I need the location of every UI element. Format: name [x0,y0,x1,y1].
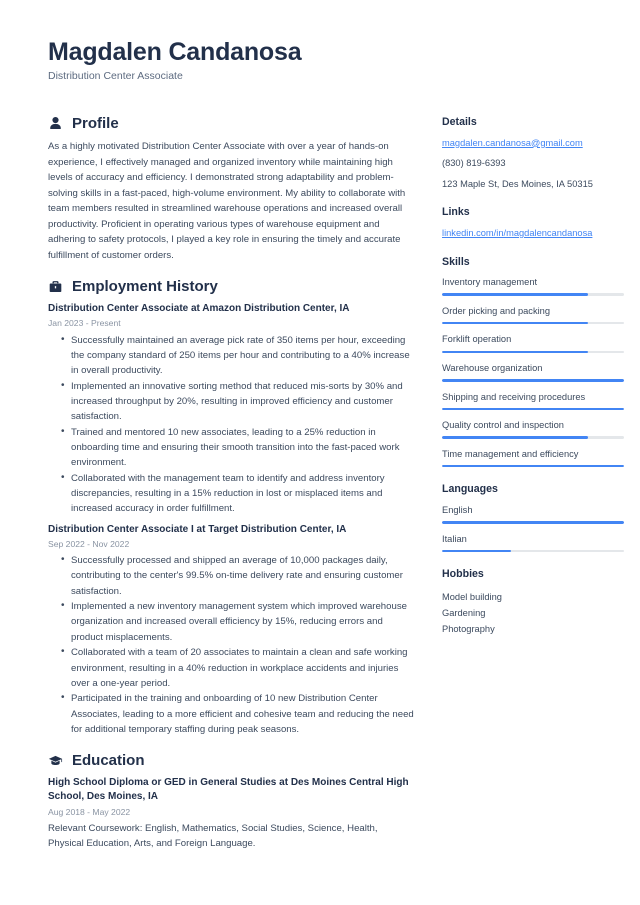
skill-item: Warehouse organization [442,362,624,382]
language-label: Italian [442,533,467,544]
candidate-job-title: Distribution Center Associate [48,69,183,82]
list-item: Successfully maintained an average pick … [61,332,414,379]
skill-bar-fill [442,293,588,296]
skill-bar-fill [442,321,588,325]
skill-item: Forklift operation [442,333,624,354]
skill-bar-fill [442,407,624,411]
skill-label: Time management and efficiency [442,448,579,459]
list-item: Trained and mentored 10 new associates, … [61,424,414,471]
section-profile-title: Profile [72,115,119,132]
resume-page: Magdalen Candanosa Distribution Center A… [0,0,640,905]
section-profile: Profile As a highly motivated Distributi… [48,116,414,263]
language-bar-track [442,549,624,553]
language-bar-fill [442,521,624,524]
list-item: Participated in the training and onboard… [61,690,414,737]
skill-bar-fill [442,350,588,354]
employment-entry-title: Distribution Center Associate I at Targe… [48,523,347,535]
candidate-name: Magdalen Candanosa [48,38,302,66]
employment-entry-date: Sep 2022 - Nov 2022 [48,538,130,549]
resume-sheet: Magdalen Candanosa Distribution Center A… [8,8,632,897]
section-education-header: Education [48,753,414,768]
linkedin-link[interactable]: linkedin.com/in/magdalencandanosa [442,227,624,240]
section-languages: Languages English Italian [442,483,624,553]
resume-header: Magdalen Candanosa Distribution Center A… [48,38,468,82]
sidebar-column: Details magdalen.candanosa@gmail.com (83… [442,116,624,654]
education-entry-title: High School Diploma or GED in General St… [48,777,409,803]
skill-label: Forklift operation [442,334,512,345]
skill-bar-track [442,407,624,411]
skill-bar-track [442,321,624,325]
section-hobbies-title: Hobbies [442,568,484,581]
skill-bar-track [442,436,624,439]
skill-label: Warehouse organization [442,363,543,374]
skill-label: Shipping and receiving procedures [442,391,586,402]
skill-item: Inventory management [442,276,624,296]
language-label: English [442,505,473,516]
language-bar-track [442,521,624,524]
employment-entry-title: Distribution Center Associate at Amazon … [48,303,350,315]
education-entry-date: Aug 2018 - May 2022 [48,806,131,817]
main-column: Profile As a highly motivated Distributi… [48,116,414,865]
education-entry: High School Diploma or GED in General St… [48,776,414,851]
list-item: Collaborated with a team of 20 associate… [61,644,414,691]
email-link[interactable]: magdalen.candanosa@gmail.com [442,137,624,150]
language-item: Italian [442,533,624,553]
skill-item: Quality control and inspection [442,419,624,439]
employment-entry: Distribution Center Associate at Amazon … [48,302,414,516]
profile-text: As a highly motivated Distribution Cente… [48,141,406,261]
skill-bar-track [442,293,624,296]
graduation-cap-icon [48,753,63,768]
list-item: Implemented an innovative sorting method… [61,378,414,425]
employment-entry-bullets: Successfully maintained an average pick … [48,332,414,517]
section-employment-header: Employment History [48,279,414,294]
skill-label: Quality control and inspection [442,420,564,431]
skill-bar-fill [442,464,624,468]
section-details: Details magdalen.candanosa@gmail.com (83… [442,116,624,190]
section-education: Education High School Diploma or GED in … [48,753,414,851]
skill-bar-track [442,379,624,382]
skill-label: Order picking and packing [442,305,551,316]
section-links: Links linkedin.com/in/magdalencandanosa [442,206,624,239]
hobby-item: Gardening [442,608,486,619]
skill-bar-fill [442,436,588,439]
hobby-item: Photography [442,624,495,635]
list-item: Successfully processed and shipped an av… [61,552,414,599]
section-skills-title: Skills [442,255,470,268]
briefcase-icon [48,279,63,294]
section-links-title: Links [442,206,470,219]
skill-bar-track [442,350,624,354]
language-item: English [442,504,624,524]
skill-bar-track [442,464,624,468]
skill-label: Inventory management [442,277,538,288]
section-employment-title: Employment History [72,278,218,296]
employment-entry: Distribution Center Associate I at Targe… [48,523,414,737]
skill-item: Time management and efficiency [442,448,624,468]
section-skills: Skills Inventory management Order pickin… [442,256,624,468]
list-item: Collaborated with the management team to… [61,470,414,517]
employment-entry-bullets: Successfully processed and shipped an av… [48,552,414,737]
section-education-title: Education [72,752,145,770]
hobby-item: Model building [442,591,502,602]
address: 123 Maple St, Des Moines, IA 50315 [442,178,593,189]
user-icon [48,116,63,131]
section-profile-header: Profile [48,116,414,131]
section-employment: Employment History Distribution Center A… [48,279,414,737]
employment-entry-date: Jan 2023 - Present [48,318,121,329]
skill-bar-fill [442,379,624,382]
skill-item: Order picking and packing [442,305,624,325]
section-languages-title: Languages [442,483,498,496]
section-details-title: Details [442,116,477,128]
section-hobbies: Hobbies Model building Gardening Photogr… [442,568,624,638]
education-entry-description: Relevant Coursework: English, Mathematic… [48,822,378,850]
list-item: Implemented a new inventory management s… [61,598,414,645]
skill-item: Shipping and receiving procedures [442,391,624,411]
language-bar-fill [442,549,512,553]
phone-number: (830) 819-6393 [442,158,506,169]
